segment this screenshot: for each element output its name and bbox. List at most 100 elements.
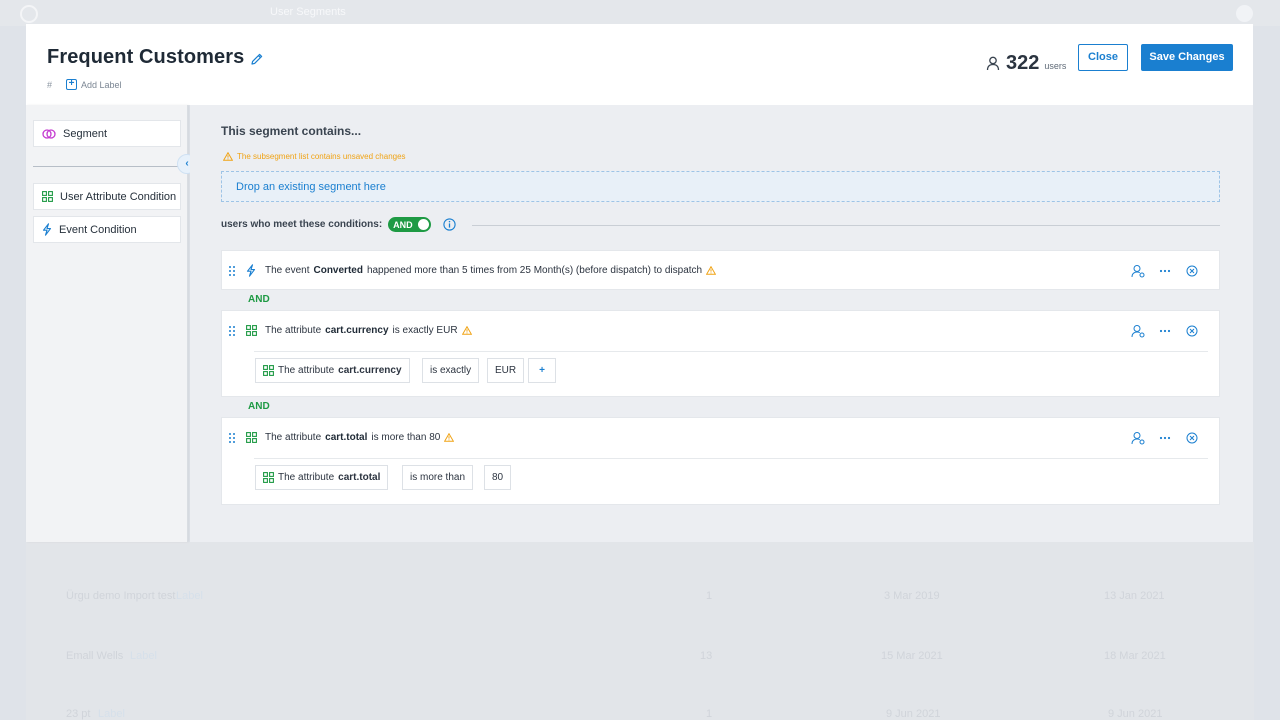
more-icon[interactable]: [1158, 264, 1172, 278]
row-updated: 9 Jun 2021: [1108, 708, 1163, 720]
user-count-number: 322: [1006, 52, 1040, 74]
palette-item-label: Segment: [63, 127, 108, 140]
and-separator: AND: [248, 294, 270, 305]
palette-item-label: Event Condition: [59, 223, 137, 236]
app-logo-icon: [20, 5, 38, 23]
drag-handle-icon[interactable]: [228, 325, 236, 337]
background-table: Ürgu demo Import test Label 1 3 Mar 2019…: [26, 542, 1254, 720]
toggle-label: AND: [393, 219, 413, 230]
user-preview-icon[interactable]: [1131, 431, 1145, 445]
save-changes-button[interactable]: Save Changes: [1141, 44, 1233, 71]
warning-icon: [444, 433, 455, 442]
palette-item-event-condition[interactable]: Event Condition: [33, 216, 181, 243]
remove-icon[interactable]: [1185, 431, 1199, 445]
condition-card-attribute: The attribute cart.currency is exactly E…: [221, 310, 1220, 397]
segment-editor-header: Frequent Customers # + Add Label 322 use…: [26, 24, 1253, 105]
warning-icon: [706, 266, 717, 275]
page-title: Frequent Customers: [47, 46, 245, 68]
avatar: [1236, 5, 1253, 22]
toggle-knob: [418, 219, 430, 230]
conditions-label: users who meet these conditions:: [221, 219, 383, 230]
summary-prefix: The event: [265, 265, 310, 276]
segment-editor-main: This segment contains... The subsegment …: [190, 105, 1253, 542]
section-title: This segment contains...: [221, 124, 362, 138]
attribute-chip[interactable]: The attribute cart.currency: [255, 358, 410, 383]
user-preview-icon[interactable]: [1131, 324, 1145, 338]
value-input[interactable]: 80: [484, 465, 512, 490]
condition-card-attribute: The attribute cart.total is more than 80…: [221, 417, 1220, 505]
drag-handle-icon[interactable]: [228, 432, 236, 444]
row-created: 15 Mar 2021: [881, 650, 943, 662]
condition-card-event: The event Converted happened more than 5…: [221, 250, 1220, 290]
row-updated: 13 Jan 2021: [1104, 590, 1165, 602]
row-tag: Label: [176, 590, 203, 602]
grid-icon: [263, 472, 274, 483]
close-button[interactable]: Close: [1078, 44, 1128, 71]
conditions-row: users who meet these conditions: AND: [221, 217, 456, 232]
operator-select[interactable]: is more than: [402, 465, 474, 490]
unsaved-warning: The subsegment list contains unsaved cha…: [223, 152, 406, 161]
summary-key: cart.total: [325, 432, 368, 443]
row-count: 1: [706, 708, 713, 720]
palette-item-segment[interactable]: Segment: [33, 120, 181, 147]
operator-select[interactable]: is exactly: [422, 358, 480, 383]
condition-palette: Segment ‹ User Attribute Condition Event…: [26, 105, 197, 542]
lightning-icon: [42, 223, 52, 236]
info-icon[interactable]: [443, 218, 456, 231]
divider: [254, 351, 1208, 352]
drag-handle-icon[interactable]: [228, 265, 236, 277]
chip-key: cart.total: [338, 472, 381, 483]
palette-item-label: User Attribute Condition: [60, 190, 177, 203]
row-updated: 18 Mar 2021: [1104, 650, 1166, 662]
condition-actions: [1131, 431, 1199, 445]
condition-header: The attribute cart.total is more than 80: [222, 418, 1219, 457]
condition-header: The event Converted happened more than 5…: [222, 251, 1219, 290]
table-row: 23 pt Label 1 9 Jun 2021 9 Jun 2021: [26, 696, 1254, 720]
grid-icon: [246, 325, 257, 336]
value-input[interactable]: EUR: [487, 358, 525, 383]
more-icon[interactable]: [1158, 431, 1172, 445]
add-value-button[interactable]: +: [528, 358, 556, 383]
row-tag: Label: [130, 650, 157, 662]
chip-key: cart.currency: [338, 365, 402, 376]
background-breadcrumb: User Segments: [270, 6, 346, 18]
hash-label: #: [47, 80, 53, 90]
divider: [33, 166, 179, 167]
pencil-icon[interactable]: [250, 52, 264, 66]
row-created: 3 Mar 2019: [884, 590, 940, 602]
attribute-chip[interactable]: The attribute cart.total: [255, 465, 389, 490]
row-count: 1: [706, 590, 713, 602]
palette-item-user-attribute[interactable]: User Attribute Condition: [33, 183, 181, 210]
warning-icon: [223, 152, 233, 161]
summary-prefix: The attribute: [265, 432, 322, 443]
row-name: Ürgu demo Import test: [66, 590, 176, 602]
row-count: 13: [700, 650, 713, 662]
table-row: Ürgu demo Import test Label 1 3 Mar 2019…: [26, 578, 1254, 618]
row-created: 9 Jun 2021: [886, 708, 941, 720]
plus-icon: +: [66, 79, 77, 90]
background-topbar: User Segments: [0, 0, 1280, 26]
remove-icon[interactable]: [1185, 324, 1199, 338]
add-label-button[interactable]: + Add Label: [66, 79, 122, 90]
grid-icon: [263, 365, 274, 376]
condition-summary: The attribute cart.total is more than 80: [265, 432, 455, 443]
condition-actions: [1131, 324, 1199, 338]
more-icon[interactable]: [1158, 324, 1172, 338]
condition-summary: The event Converted happened more than 5…: [265, 265, 717, 276]
table-row: Emall Wells Label 13 15 Mar 2021 18 Mar …: [26, 638, 1254, 678]
user-count: 322 users: [1006, 52, 1066, 75]
row-tag: Label: [98, 708, 125, 720]
summary-suffix: is more than 80: [371, 432, 441, 443]
condition-summary: The attribute cart.currency is exactly E…: [265, 325, 472, 336]
user-preview-icon[interactable]: [1131, 264, 1145, 278]
grid-icon: [42, 191, 53, 202]
segment-dropzone[interactable]: Drop an existing segment here: [221, 171, 1220, 202]
add-label-text: Add Label: [81, 79, 122, 90]
remove-icon[interactable]: [1185, 264, 1199, 278]
condition-actions: [1131, 264, 1199, 278]
summary-key: cart.currency: [325, 325, 389, 336]
summary-suffix: is exactly EUR: [392, 325, 458, 336]
row-name: 23 pt: [66, 708, 91, 720]
and-or-toggle[interactable]: AND: [388, 217, 432, 232]
chip-prefix: The attribute: [278, 472, 335, 483]
